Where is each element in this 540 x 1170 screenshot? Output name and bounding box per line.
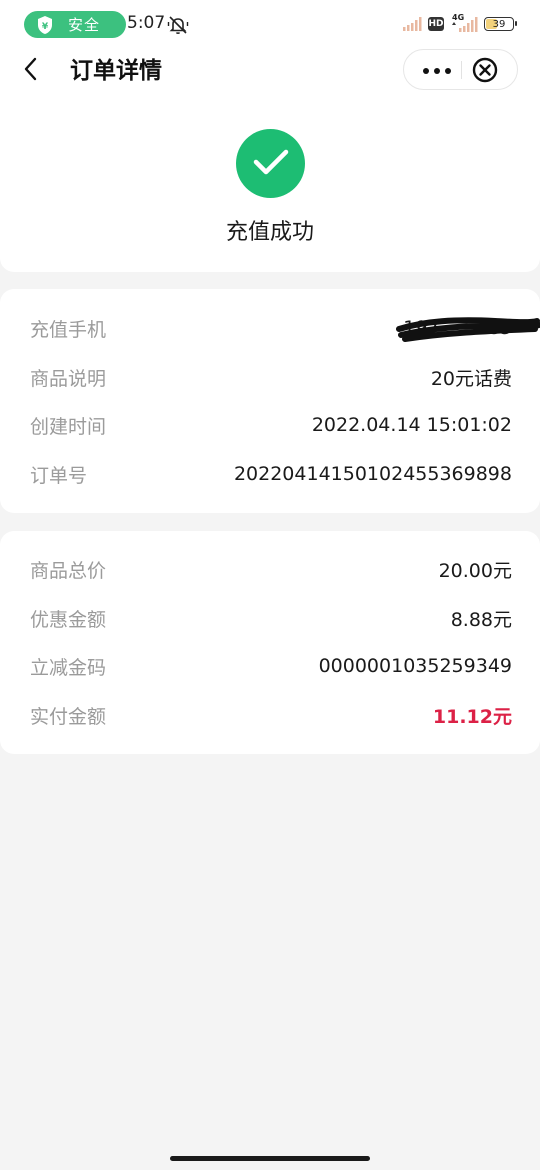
battery-icon: 39 <box>484 17 517 31</box>
back-button[interactable] <box>14 54 48 88</box>
info-row-created: 创建时间 2022.04.14 15:01:02 <box>30 410 512 440</box>
status-time: 5:07 <box>127 13 166 33</box>
info-row-order-id: 订单号 20220414150102455369898 <box>30 459 512 489</box>
pay-row-total: 商品总价 20.00元 <box>30 554 512 584</box>
check-icon <box>253 148 289 180</box>
more-dots-icon <box>422 60 452 79</box>
order-info-card: 充值手机 197········85 商品说明 20元话费 创建时间 2022.… <box>0 289 540 513</box>
home-indicator[interactable] <box>170 1156 370 1161</box>
row-value[interactable]: 20220414150102455369898 <box>234 463 512 485</box>
chevron-left-icon <box>21 56 41 86</box>
success-badge <box>236 129 305 198</box>
svg-text:¥: ¥ <box>42 22 49 32</box>
pay-row-discount: 优惠金额 8.88元 <box>30 603 512 633</box>
capsule-divider <box>461 61 462 79</box>
row-label: 订单号 <box>30 464 88 487</box>
status-indicators: HD 4G 39 <box>402 13 517 34</box>
shield-icon: ¥ <box>36 15 54 35</box>
status-bar: ¥ 安全 5:07 HD 4G 39 <box>0 0 540 48</box>
row-label: 优惠金额 <box>30 608 107 631</box>
close-button[interactable] <box>472 57 498 83</box>
row-value: 20.00元 <box>438 559 512 582</box>
info-row-phone: 充值手机 197········85 <box>30 313 540 343</box>
safe-label: 安全 <box>68 16 101 34</box>
row-label: 立减金码 <box>30 656 107 679</box>
hd-icon: HD <box>428 17 444 31</box>
safe-badge[interactable]: ¥ 安全 <box>24 11 126 38</box>
signal-icon <box>402 16 422 32</box>
row-value: 20元话费 <box>430 367 512 390</box>
battery-level: 39 <box>492 18 506 30</box>
row-label: 充值手机 <box>30 318 107 341</box>
pay-row-coupon-code: 立减金码 0000001035259349 <box>30 651 512 681</box>
row-label: 商品总价 <box>30 559 107 582</box>
row-label: 实付金额 <box>30 705 107 728</box>
status-text: 充值成功 <box>225 220 314 245</box>
row-label: 商品说明 <box>30 367 107 390</box>
phone-number: 197········85 <box>396 317 540 342</box>
page-title: 订单详情 <box>70 58 162 84</box>
bell-muted-icon <box>167 14 189 36</box>
paid-amount: 11.12元 <box>432 705 512 728</box>
row-value: 8.88元 <box>450 608 512 631</box>
close-circle-icon <box>472 57 498 87</box>
pay-row-paid: 实付金额 11.12元 <box>30 700 512 730</box>
more-button[interactable] <box>420 50 454 89</box>
info-row-product: 商品说明 20元话费 <box>30 362 512 392</box>
row-label: 创建时间 <box>30 415 107 438</box>
row-value: 2022.04.14 15:01:02 <box>311 414 512 436</box>
row-value[interactable]: 0000001035259349 <box>319 655 512 677</box>
network-signal-icon: 4G <box>450 13 478 33</box>
payment-info-card: 商品总价 20.00元 优惠金额 8.88元 立减金码 000000103525… <box>0 531 540 754</box>
redaction-scribble <box>396 317 540 342</box>
mini-program-capsule <box>403 49 518 90</box>
